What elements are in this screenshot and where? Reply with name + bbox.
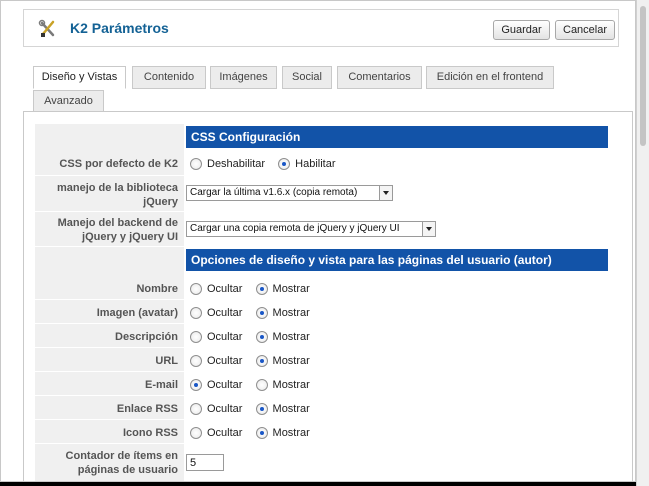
avatar-show-radio[interactable] bbox=[255, 307, 268, 320]
name-radio-group: Ocultar Mostrar bbox=[190, 283, 320, 296]
row-separator bbox=[35, 371, 184, 372]
tab-layout-views[interactable]: Diseño y Vistas bbox=[33, 66, 126, 89]
label-jquery-lib-line1: manejo de la biblioteca bbox=[56, 182, 178, 194]
chevron-down-icon bbox=[379, 186, 392, 200]
css-default-radio-group: Deshabilitar Habilitar bbox=[190, 158, 346, 171]
css-enable-label: Habilitar bbox=[295, 158, 336, 171]
rss-link-hide-radio[interactable] bbox=[190, 403, 202, 416]
parameters-window: K2 Parámetros Guardar Cancelar Diseño y … bbox=[0, 0, 636, 482]
tab-social[interactable]: Social bbox=[282, 66, 332, 89]
tab-images[interactable]: Imágenes bbox=[210, 66, 277, 89]
row-separator bbox=[35, 211, 184, 212]
rss-icon-hide-radio[interactable] bbox=[190, 427, 202, 440]
label-jquery-lib-line2: jQuery bbox=[143, 196, 178, 208]
email-hide-label: Ocultar bbox=[207, 379, 243, 392]
vertical-scrollbar[interactable] bbox=[636, 0, 649, 486]
row-separator bbox=[35, 175, 184, 176]
name-show-radio[interactable] bbox=[255, 283, 268, 296]
label-avatar: Imagen (avatar) bbox=[96, 307, 178, 319]
label-item-count-line1: Contador de ítems en bbox=[65, 450, 178, 462]
settings-panel: CSS Configuración CSS por defecto de K2 … bbox=[23, 111, 633, 481]
css-disable-label: Deshabilitar bbox=[207, 158, 266, 171]
tab-advanced[interactable]: Avanzado bbox=[33, 90, 104, 113]
email-radio-group: Ocultar Mostrar bbox=[190, 379, 320, 392]
rss-link-hide-label: Ocultar bbox=[207, 403, 243, 416]
css-enable-radio[interactable] bbox=[278, 158, 291, 171]
tab-comments[interactable]: Comentarios bbox=[337, 66, 422, 89]
tab-frontend-editing[interactable]: Edición en el frontend bbox=[426, 66, 554, 89]
jquery-backend-select[interactable]: Cargar una copia remota de jQuery y jQue… bbox=[186, 221, 436, 237]
page-title: K2 Parámetros bbox=[70, 20, 169, 36]
label-name: Nombre bbox=[136, 283, 178, 295]
description-show-label: Mostrar bbox=[272, 331, 310, 344]
avatar-hide-label: Ocultar bbox=[207, 307, 243, 320]
url-show-radio[interactable] bbox=[255, 355, 268, 368]
tools-icon bbox=[38, 19, 55, 37]
description-hide-label: Ocultar bbox=[207, 331, 243, 344]
label-rss-link: Enlace RSS bbox=[116, 403, 178, 415]
chevron-down-icon bbox=[422, 222, 435, 236]
row-separator bbox=[35, 323, 184, 324]
label-jquery-backend-line1: Manejo del backend de bbox=[57, 217, 178, 229]
avatar-radio-group: Ocultar Mostrar bbox=[190, 307, 320, 320]
email-hide-radio[interactable] bbox=[190, 379, 202, 392]
description-show-radio[interactable] bbox=[255, 331, 268, 344]
section-css-config: CSS Configuración bbox=[186, 126, 608, 148]
avatar-hide-radio[interactable] bbox=[190, 307, 202, 320]
rss-icon-radio-group: Ocultar Mostrar bbox=[190, 427, 320, 440]
rss-icon-hide-label: Ocultar bbox=[207, 427, 243, 440]
item-count-input[interactable] bbox=[186, 454, 224, 471]
avatar-show-label: Mostrar bbox=[272, 307, 310, 320]
toolbar-header: K2 Parámetros Guardar Cancelar bbox=[23, 9, 619, 47]
name-hide-radio[interactable] bbox=[190, 283, 202, 296]
rss-icon-show-label: Mostrar bbox=[272, 427, 310, 440]
label-jquery-lib: manejo de la biblioteca jQuery bbox=[35, 181, 178, 209]
css-disable-radio[interactable] bbox=[190, 158, 202, 171]
label-css-default: CSS por defecto de K2 bbox=[59, 158, 178, 170]
email-show-label: Mostrar bbox=[272, 379, 310, 392]
label-item-count: Contador de ítems en páginas de usuario bbox=[35, 449, 178, 477]
name-hide-label: Ocultar bbox=[207, 283, 243, 296]
label-rss-icon: Icono RSS bbox=[122, 427, 178, 439]
rss-link-radio-group: Ocultar Mostrar bbox=[190, 403, 320, 416]
row-separator bbox=[35, 347, 184, 348]
description-radio-group: Ocultar Mostrar bbox=[190, 331, 320, 344]
label-email: E-mail bbox=[144, 379, 178, 391]
scrollbar-thumb[interactable] bbox=[640, 6, 646, 146]
label-item-count-line2: páginas de usuario bbox=[77, 464, 178, 476]
rss-icon-show-radio[interactable] bbox=[255, 427, 268, 440]
url-hide-label: Ocultar bbox=[207, 355, 243, 368]
label-jquery-backend-line2: jQuery y jQuery UI bbox=[82, 231, 178, 243]
section-user-options: Opciones de diseño y vista para las pági… bbox=[186, 249, 608, 271]
jquery-lib-select-value: Cargar la última v1.6.x (copia remota) bbox=[190, 187, 358, 198]
description-hide-radio[interactable] bbox=[190, 331, 202, 344]
row-separator bbox=[35, 246, 184, 247]
url-hide-radio[interactable] bbox=[190, 355, 202, 368]
label-url: URL bbox=[155, 355, 178, 367]
jquery-lib-select[interactable]: Cargar la última v1.6.x (copia remota) bbox=[186, 185, 393, 201]
name-show-label: Mostrar bbox=[272, 283, 310, 296]
row-separator bbox=[35, 419, 184, 420]
rss-link-show-label: Mostrar bbox=[272, 403, 310, 416]
rss-link-show-radio[interactable] bbox=[255, 403, 268, 416]
tab-content[interactable]: Contenido bbox=[132, 66, 206, 89]
jquery-backend-select-value: Cargar una copia remota de jQuery y jQue… bbox=[190, 223, 400, 234]
email-show-radio[interactable] bbox=[255, 379, 268, 392]
label-description: Descripción bbox=[115, 331, 178, 343]
save-button[interactable]: Guardar bbox=[493, 20, 550, 40]
url-show-label: Mostrar bbox=[272, 355, 310, 368]
label-jquery-backend: Manejo del backend de jQuery y jQuery UI bbox=[35, 216, 178, 244]
row-separator bbox=[35, 299, 184, 300]
url-radio-group: Ocultar Mostrar bbox=[190, 355, 320, 368]
cancel-button[interactable]: Cancelar bbox=[555, 20, 615, 40]
row-separator bbox=[35, 395, 184, 396]
row-separator bbox=[35, 443, 184, 444]
